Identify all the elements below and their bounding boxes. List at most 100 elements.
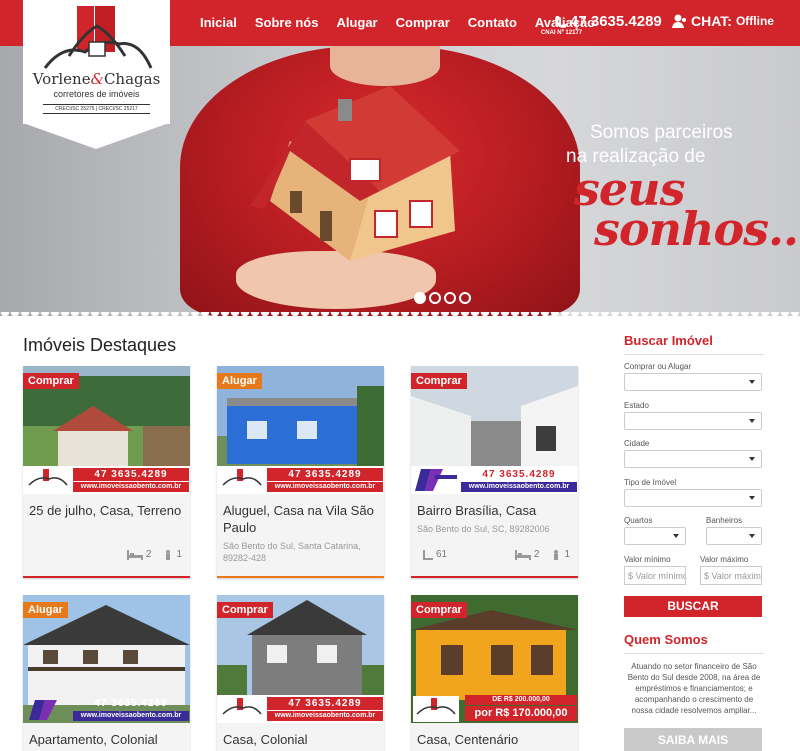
card-accent-line bbox=[217, 576, 384, 578]
promo-phone: 47 3635.4289 bbox=[267, 697, 383, 710]
label-banheiros: Banheiros bbox=[706, 516, 743, 525]
search-button[interactable]: BUSCAR bbox=[624, 596, 762, 617]
input-valor-maximo[interactable]: $ Valor máximo bbox=[700, 566, 762, 585]
label-quartos: Quartos bbox=[624, 516, 653, 525]
about-text: Atuando no setor financeiro de São Bento… bbox=[627, 662, 761, 715]
bed-icon bbox=[126, 549, 143, 560]
saiba-mais-button[interactable]: SAIBA MAIS bbox=[624, 728, 762, 751]
badge-comprar: Comprar bbox=[411, 602, 467, 618]
bath-icon bbox=[554, 549, 559, 560]
phone-number: 47 3635.4289 bbox=[570, 13, 662, 30]
property-address: São Bento do Sul, SC, 89282006 bbox=[417, 524, 550, 534]
badge-comprar: Comprar bbox=[411, 373, 467, 389]
property-photo: Comprar 47 3635.4289 www.imoveissaobento… bbox=[23, 366, 190, 494]
property-title[interactable]: Aluguel, Casa na Vila São Paulo bbox=[217, 494, 384, 536]
promo-site: www.imoveissaobento.com.br bbox=[267, 482, 383, 492]
bath-icon bbox=[166, 549, 171, 560]
slider-dot-2[interactable] bbox=[429, 292, 441, 304]
hero-zigzag-edge bbox=[0, 312, 800, 320]
nav-alugar[interactable]: Alugar bbox=[336, 15, 377, 30]
promo-site: www.imoveissaobento.com.br bbox=[73, 482, 189, 492]
nav-comprar[interactable]: Comprar bbox=[396, 15, 450, 30]
select-quartos[interactable] bbox=[624, 527, 686, 545]
badge-alugar: Alugar bbox=[23, 602, 68, 618]
header-phone[interactable]: 47 3635.4289 bbox=[554, 13, 662, 30]
logo-name-a: Vorlene bbox=[32, 70, 91, 88]
price-old: DE R$ 200.000,00 bbox=[465, 695, 577, 705]
promo-strip: 47 3635.4289 www.imoveissaobento.com.br bbox=[23, 695, 190, 723]
nav-inicial[interactable]: Inicial bbox=[200, 15, 237, 30]
site-logo[interactable]: Vorlene&Chagas corretores de imóveis CRE… bbox=[23, 0, 170, 149]
bedrooms: 2 bbox=[514, 549, 540, 560]
hero-slogan-line4: sonhos... bbox=[594, 202, 800, 256]
chat-status[interactable]: CHAT: Offline bbox=[672, 13, 774, 29]
select-banheiros[interactable] bbox=[706, 527, 762, 545]
page: Inicial Sobre nós Alugar Comprar Contato… bbox=[0, 0, 800, 751]
property-features: 2 1 bbox=[126, 549, 182, 560]
property-card[interactable]: Comprar 47 3635.4289 www.imoveissaobento… bbox=[23, 366, 190, 578]
slider-dot-3[interactable] bbox=[444, 292, 456, 304]
bedrooms-count: 2 bbox=[533, 549, 540, 560]
label-estado: Estado bbox=[624, 401, 649, 410]
property-card[interactable]: Comprar 47 3635.4289 www.imoveissaobento… bbox=[411, 366, 578, 578]
slider-dot-4[interactable] bbox=[459, 292, 471, 304]
logo-creci: CRECI/SC 25275 | CRECI/SC 25217 bbox=[43, 104, 150, 114]
logo-name-b: Chagas bbox=[103, 70, 161, 88]
badge-alugar: Alugar bbox=[217, 373, 262, 389]
property-title[interactable]: Apartamento, Colonial bbox=[23, 723, 190, 748]
search-widget: Buscar Imóvel bbox=[624, 333, 764, 355]
badge-comprar: Comprar bbox=[23, 373, 79, 389]
property-card[interactable]: Comprar DE R$ 200.000,00 por R$ 170.000,… bbox=[411, 595, 578, 751]
select-estado[interactable] bbox=[624, 412, 762, 430]
promo-phone: 47 3635.4289 bbox=[461, 468, 577, 481]
input-valor-minimo[interactable]: $ Valor mínimo bbox=[624, 566, 686, 585]
card-accent-line bbox=[411, 576, 578, 578]
select-comprar-alugar[interactable] bbox=[624, 373, 762, 391]
select-tipo-imovel[interactable] bbox=[624, 489, 762, 507]
property-title[interactable]: 25 de julho, Casa, Terreno bbox=[23, 494, 190, 519]
promo-strip: 47 3635.4289 www.imoveissaobento.com.br bbox=[23, 466, 190, 494]
bedrooms-count: 2 bbox=[145, 549, 152, 560]
property-card[interactable]: Alugar 47 3635.4289 www.imoveissaobento.… bbox=[217, 366, 384, 578]
toy-house-image bbox=[250, 86, 460, 261]
promo-site: www.imoveissaobento.com.br bbox=[73, 711, 189, 721]
label-valor-maximo: Valor máximo bbox=[700, 555, 749, 564]
promo-strip: 47 3635.4289 www.imoveissaobento.com.br bbox=[217, 695, 384, 723]
logo-amp: & bbox=[90, 70, 104, 88]
select-cidade[interactable] bbox=[624, 450, 762, 468]
property-title[interactable]: Casa, Colonial bbox=[217, 723, 384, 748]
label-comprar-alugar: Comprar ou Alugar bbox=[624, 362, 692, 371]
promo-strip: 47 3635.4289 www.imoveissaobento.com.br bbox=[411, 466, 578, 494]
property-title[interactable]: Casa, Centenário bbox=[411, 723, 578, 748]
card-accent-line bbox=[23, 576, 190, 578]
label-valor-minimo: Valor mínimo bbox=[624, 555, 671, 564]
property-card[interactable]: Comprar 47 3635.4289 www.imoveissaobento… bbox=[217, 595, 384, 751]
nav-sobre-nos[interactable]: Sobre nós bbox=[255, 15, 319, 30]
bathrooms: 1 bbox=[163, 549, 182, 560]
house-logo-icon bbox=[43, 6, 153, 69]
badge-comprar: Comprar bbox=[217, 602, 273, 618]
phone-icon bbox=[555, 15, 566, 28]
area-value: 61 bbox=[436, 549, 448, 560]
property-photo: Alugar 47 3635.4289 www.imoveissaobento.… bbox=[217, 366, 384, 494]
property-title[interactable]: Bairro Brasília, Casa bbox=[411, 494, 578, 519]
hero-slogan-line1: Somos parceiros bbox=[590, 122, 733, 143]
chat-label: CHAT: bbox=[691, 13, 732, 29]
chevron-down-icon bbox=[749, 419, 755, 423]
main-nav: Inicial Sobre nós Alugar Comprar Contato… bbox=[200, 15, 613, 36]
bathrooms-count: 1 bbox=[564, 549, 570, 560]
promo-logo-icon bbox=[29, 700, 57, 720]
chevron-down-icon bbox=[749, 534, 755, 538]
promo-phone: 47 3635.4289 bbox=[73, 468, 189, 481]
logo-name: Vorlene&Chagas bbox=[23, 70, 170, 88]
label-cidade: Cidade bbox=[624, 439, 650, 448]
promo-strip: 47 3635.4289 www.imoveissaobento.com.br bbox=[217, 466, 384, 494]
nav-contato[interactable]: Contato bbox=[468, 15, 517, 30]
slider-dot-1[interactable] bbox=[414, 292, 426, 304]
promo-logo-icon bbox=[27, 469, 69, 492]
promo-phone: 47 3635.4289 bbox=[267, 468, 383, 481]
user-icon bbox=[672, 14, 686, 28]
promo-logo-icon bbox=[222, 469, 262, 486]
property-card[interactable]: Alugar 47 3635.4289 www.imoveissaobento.… bbox=[23, 595, 190, 751]
chevron-down-icon bbox=[673, 534, 679, 538]
